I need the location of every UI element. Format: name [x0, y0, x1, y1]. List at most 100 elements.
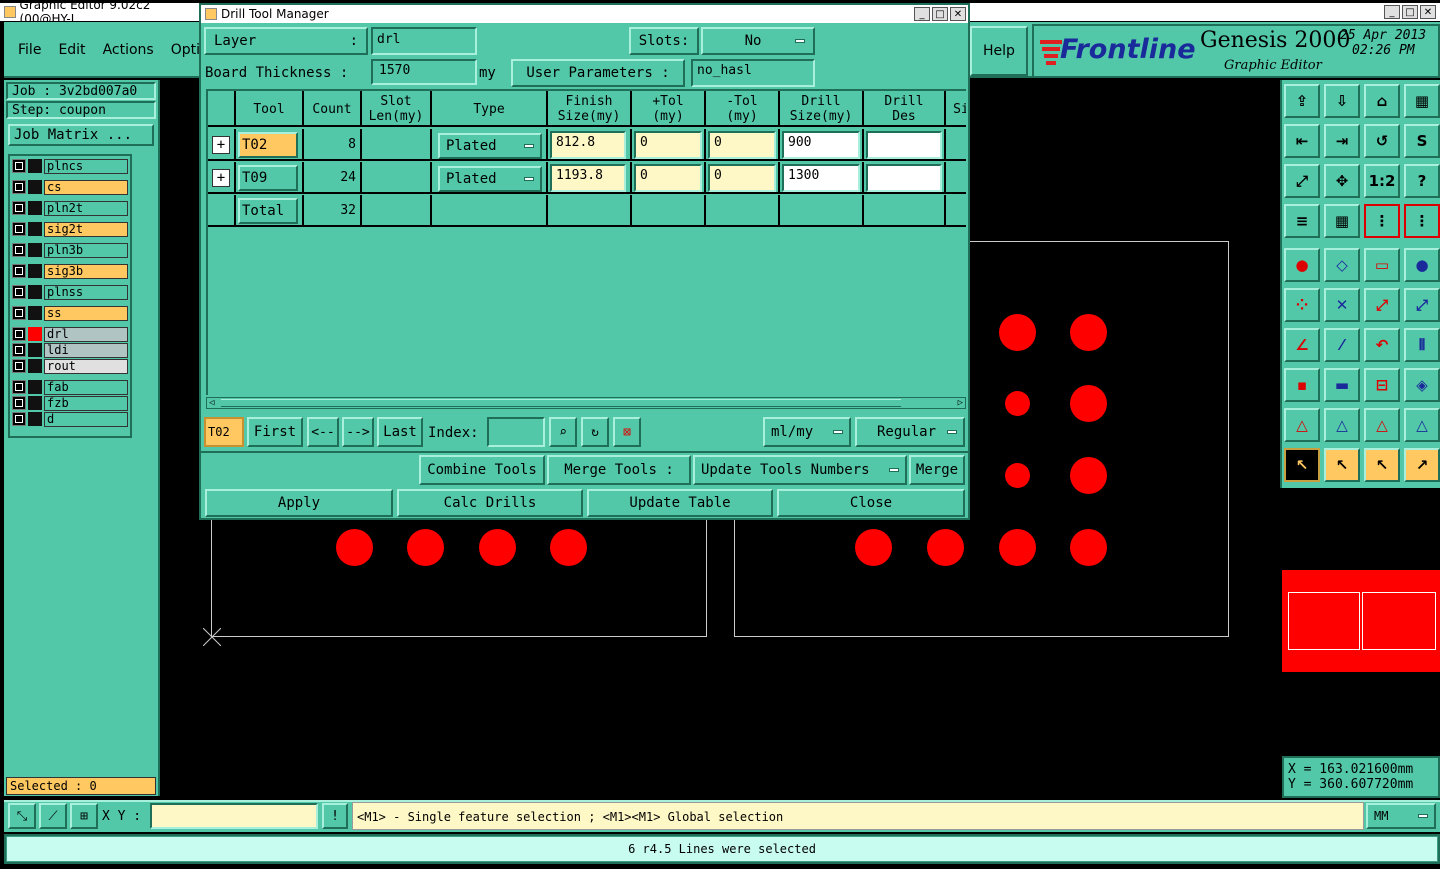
drill-hit[interactable] — [1004, 390, 1030, 416]
delete-tool-icon[interactable]: ⊠ — [613, 417, 641, 447]
update-tools-numbers-select[interactable]: Update Tools Numbers — [693, 455, 907, 485]
layer-checkbox[interactable] — [12, 264, 26, 278]
update-table-button[interactable]: Update Table — [587, 489, 773, 517]
user-parameters-button[interactable]: User Parameters : — [511, 59, 685, 87]
layer-checkbox[interactable] — [12, 359, 26, 373]
refresh-tool-icon[interactable]: ↻ — [581, 417, 609, 447]
expand-icon[interactable]: + — [212, 136, 230, 154]
merge-button[interactable]: Merge — [909, 455, 965, 485]
drill-des-input[interactable] — [866, 164, 942, 192]
plus-tol-input[interactable]: 0 — [634, 164, 702, 192]
pointer2-icon[interactable]: ↖ — [1324, 448, 1360, 482]
dialog-title-bar[interactable]: Drill Tool Manager _ □ ✕ — [201, 5, 968, 23]
layer-checkbox[interactable] — [12, 412, 26, 426]
layer-item-d[interactable]: d — [12, 411, 128, 427]
find-tool-icon[interactable]: ⌕ — [549, 417, 577, 447]
layer-checkbox[interactable] — [12, 380, 26, 394]
layer-checkbox[interactable] — [12, 243, 26, 257]
layer-checkbox[interactable] — [12, 159, 26, 173]
layer-checkbox[interactable] — [12, 201, 26, 215]
drill-hit[interactable] — [1004, 462, 1030, 488]
scroll-thumb[interactable] — [221, 399, 901, 407]
plus-tol-input[interactable]: 0 — [634, 131, 702, 159]
layer-item-ldi[interactable]: ldi — [12, 342, 128, 358]
close-icon[interactable]: ✕ — [1420, 5, 1436, 19]
minus-tol-cell[interactable]: 0 — [706, 162, 780, 194]
exclaim-icon[interactable]: ! — [322, 803, 348, 829]
finish-size-cell[interactable]: 812.8 — [548, 129, 632, 161]
apply-button[interactable]: Apply — [205, 489, 393, 517]
dialog-close-icon[interactable]: ✕ — [950, 7, 966, 21]
help-icon[interactable]: ? — [1404, 164, 1440, 198]
layer-item-sig2t[interactable]: sig2t — [12, 221, 128, 237]
menu-file[interactable]: File — [18, 42, 41, 58]
pan-left-icon[interactable]: ⇤ — [1284, 124, 1320, 158]
scroll-right-icon[interactable]: ▷ — [958, 398, 963, 408]
scroll-left-icon[interactable]: ◁ — [209, 398, 214, 408]
layer-checkbox[interactable] — [12, 396, 26, 410]
layer-item-ss[interactable]: ss — [12, 305, 128, 321]
type-select[interactable]: Plated — [438, 133, 542, 159]
user-parameters-input[interactable]: no_hasl — [691, 59, 815, 87]
drill-hit[interactable] — [549, 528, 587, 566]
index-input[interactable] — [487, 417, 545, 447]
layer-item-drl[interactable]: drl — [12, 326, 128, 342]
drill-des-cell[interactable] — [864, 162, 946, 194]
layer-checkbox[interactable] — [12, 285, 26, 299]
mini-map[interactable] — [1282, 490, 1440, 754]
snap-tool-icon[interactable]: ⊞ — [70, 803, 98, 829]
drill-size-cell[interactable]: 1300 — [780, 162, 864, 194]
tool-cell[interactable]: T09 — [236, 162, 304, 194]
minus-tol-cell[interactable]: 0 — [706, 129, 780, 161]
tool-button[interactable]: T09 — [238, 165, 298, 191]
layer-item-rout[interactable]: rout — [12, 358, 128, 374]
help-button[interactable]: Help — [970, 26, 1028, 76]
layer-checkbox[interactable] — [12, 343, 26, 357]
calc-drills-button[interactable]: Calc Drills — [397, 489, 583, 517]
next-button[interactable]: --> — [342, 417, 374, 447]
fit-icon[interactable]: ⤢ — [1284, 164, 1320, 198]
drill-size-input[interactable]: 1300 — [782, 164, 860, 192]
group-icon[interactable]: ◈ — [1404, 368, 1440, 402]
layer-checkbox[interactable] — [12, 327, 26, 341]
row-expand[interactable]: + — [208, 162, 236, 194]
combine-tools-button[interactable]: Combine Tools — [419, 455, 545, 485]
menu-actions[interactable]: Actions — [103, 42, 154, 58]
pointer4-icon[interactable]: ↗ — [1404, 448, 1440, 482]
triangle4-icon[interactable]: △ — [1404, 408, 1440, 442]
drill-hit[interactable] — [1069, 313, 1107, 351]
align-icon[interactable]: ⫴ — [1404, 328, 1440, 362]
plus-tol-cell[interactable]: 0 — [632, 129, 706, 161]
main-title-bar[interactable]: Graphic Editor 9.02c2 (00@HY-I — [0, 0, 200, 26]
drill-des-input[interactable] — [866, 131, 942, 159]
job-matrix-button[interactable]: Job Matrix ... — [8, 124, 154, 146]
dash-icon[interactable]: ▬ — [1324, 368, 1360, 402]
center-icon[interactable]: ✥ — [1324, 164, 1360, 198]
triangle2-icon[interactable]: △ — [1324, 408, 1360, 442]
connect-icon[interactable]: ⁘ — [1284, 288, 1320, 322]
close-button[interactable]: Close — [777, 489, 965, 517]
polygon-icon[interactable]: ◇ — [1324, 248, 1360, 282]
drill-hit[interactable] — [998, 313, 1036, 351]
drill-hit[interactable] — [478, 528, 516, 566]
angle-icon[interactable]: ∠ — [1284, 328, 1320, 362]
line-icon[interactable]: ⤢ — [1364, 288, 1400, 322]
snap-icon[interactable]: S — [1404, 124, 1440, 158]
save-icon[interactable]: ⇩ — [1324, 84, 1360, 118]
minus-tol-input[interactable]: 0 — [708, 164, 776, 192]
layer-item-sig3b[interactable]: sig3b — [12, 263, 128, 279]
layer-checkbox[interactable] — [12, 180, 26, 194]
main-title-bar-right[interactable]: _ □ ✕ — [970, 3, 1440, 21]
tool-button[interactable]: T02 — [238, 132, 298, 158]
expand-icon[interactable]: + — [212, 169, 230, 187]
drill-hit[interactable] — [1069, 384, 1107, 422]
layer-red-icon[interactable]: ⋮ — [1364, 204, 1400, 238]
filter-icon[interactable]: ≡ — [1284, 204, 1320, 238]
pointer3-icon[interactable]: ↖ — [1364, 448, 1400, 482]
slots-select[interactable]: No — [701, 27, 815, 55]
last-button[interactable]: Last — [377, 417, 423, 447]
drill-hit[interactable] — [998, 528, 1036, 566]
triangle-icon[interactable]: △ — [1284, 408, 1320, 442]
layer-red2-icon[interactable]: ⋮ — [1404, 204, 1440, 238]
pad-icon[interactable]: ● — [1284, 248, 1320, 282]
